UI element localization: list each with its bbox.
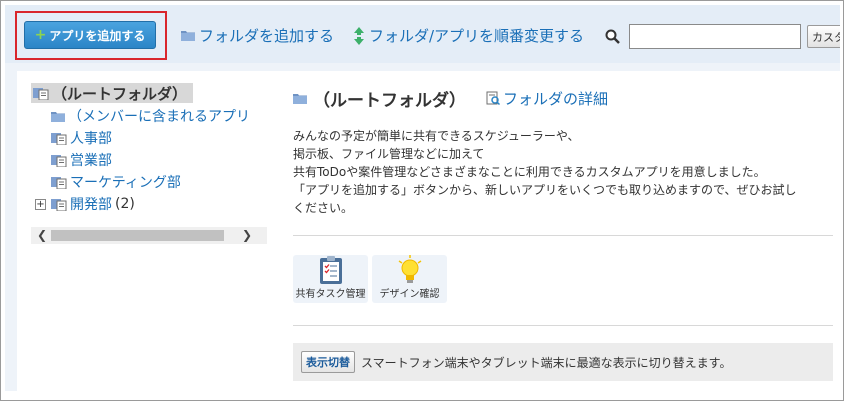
clipboard-icon	[319, 256, 342, 284]
app-list: 共有タスク管理 デザイン確認	[293, 255, 447, 303]
description-line: 掲示板、ファイル管理などに加えて	[293, 147, 485, 161]
tree-item-count: (2)	[115, 196, 135, 212]
search-input[interactable]	[629, 24, 801, 49]
display-switch-bar: 表示切替 スマートフォン端末やタブレット端末に最適な表示に切り替えます。	[293, 343, 833, 381]
add-app-label: アプリを追加する	[49, 28, 146, 43]
main-panel: （ルートフォルダ） （メンバーに含まれるアプリ 人事部 営業部 マーケティング部…	[17, 71, 840, 391]
tree-item-label: 人事部	[70, 131, 112, 147]
folder-tree: （ルートフォルダ） （メンバーに含まれるアプリ 人事部 営業部 マーケティング部…	[31, 81, 269, 231]
tree-root-label: （ルートフォルダ）	[52, 84, 188, 103]
folder-content: （ルートフォルダ） フォルダの詳細 みんなの予定が簡単に共有できるスケジューラー…	[293, 85, 833, 385]
divider	[293, 325, 833, 326]
lightbulb-icon	[398, 255, 421, 283]
folder-description: みんなの予定が簡単に共有できるスケジューラーや、 掲示板、ファイル管理などに加え…	[293, 127, 833, 217]
scroll-left-icon[interactable]: ❮	[33, 227, 51, 244]
toolbar: + アプリを追加する フォルダを追加する フォルダ/アプリを順番変更する カス	[5, 5, 840, 63]
tree-item-label: マーケティング部	[70, 175, 181, 191]
page-title: （ルートフォルダ）	[313, 90, 466, 111]
tree-item-member-apps[interactable]: （メンバーに含まれるアプリ	[51, 106, 250, 126]
display-switch-text: スマートフォン端末やタブレット端末に最適な表示に切り替えます。	[361, 355, 732, 370]
add-folder-label: フォルダを追加する	[199, 27, 335, 45]
search-icon	[605, 29, 620, 44]
app-tile-design-review[interactable]: デザイン確認	[372, 255, 447, 303]
tree-item-dev[interactable]: + 開発部 (2)	[35, 194, 135, 214]
plus-icon: +	[34, 27, 47, 43]
folder-detail-label: フォルダの詳細	[503, 89, 609, 108]
tree-item-sales[interactable]: 営業部	[51, 150, 112, 170]
window-frame: + アプリを追加する フォルダを追加する フォルダ/アプリを順番変更する カス …	[0, 0, 844, 401]
folder-doc-icon	[51, 155, 67, 167]
description-line: 「アプリを追加する」ボタンから、新しいアプリをいくつでも取り込めますので、ぜひお…	[293, 183, 797, 197]
app-label: 共有タスク管理	[295, 289, 366, 300]
divider	[293, 235, 833, 236]
folder-doc-icon	[33, 88, 49, 100]
app-container: + アプリを追加する フォルダを追加する フォルダ/アプリを順番変更する カス …	[5, 5, 840, 391]
reorder-arrows-icon	[354, 26, 364, 45]
folder-doc-icon	[51, 133, 67, 145]
scroll-right-icon[interactable]: ❯	[238, 227, 256, 244]
search-button[interactable]: カスタム	[807, 25, 840, 48]
folder-icon	[293, 93, 307, 104]
folder-doc-icon	[51, 177, 67, 189]
display-switch-button[interactable]: 表示切替	[301, 351, 355, 373]
folder-icon	[51, 111, 65, 122]
expand-icon[interactable]: +	[35, 198, 46, 210]
tree-item-label: 営業部	[70, 153, 112, 169]
reorder-link[interactable]: フォルダ/アプリを順番変更する	[353, 25, 584, 46]
folder-icon	[181, 31, 195, 41]
tree-horizontal-scrollbar[interactable]: ❮ ❯	[31, 227, 267, 244]
tree-item-label: 開発部	[70, 197, 112, 213]
content-header: （ルートフォルダ） フォルダの詳細	[293, 85, 833, 111]
description-line: みんなの予定が簡単に共有できるスケジューラーや、	[293, 129, 580, 143]
tree-item-label: （メンバーに含まれるアプリ	[68, 109, 250, 125]
folder-doc-icon	[51, 199, 67, 211]
description-line: 共有ToDoや案件管理などさまざまなことに利用できるカスタムアプリを用意しました…	[293, 165, 766, 179]
folder-detail-link[interactable]: フォルダの詳細	[486, 88, 608, 109]
app-tile-shared-tasks[interactable]: 共有タスク管理	[293, 255, 368, 303]
tree-item-hr[interactable]: 人事部	[51, 128, 112, 148]
reorder-label: フォルダ/アプリを順番変更する	[369, 27, 585, 45]
description-line: ください。	[293, 201, 354, 215]
add-app-button[interactable]: + アプリを追加する	[24, 21, 156, 49]
tree-item-marketing[interactable]: マーケティング部	[51, 172, 181, 192]
app-label: デザイン確認	[379, 289, 440, 300]
tree-root-item[interactable]: （ルートフォルダ）	[31, 83, 194, 103]
folder-detail-icon	[486, 91, 500, 105]
scrollbar-thumb[interactable]	[51, 230, 224, 241]
add-folder-link[interactable]: フォルダを追加する	[181, 25, 334, 46]
